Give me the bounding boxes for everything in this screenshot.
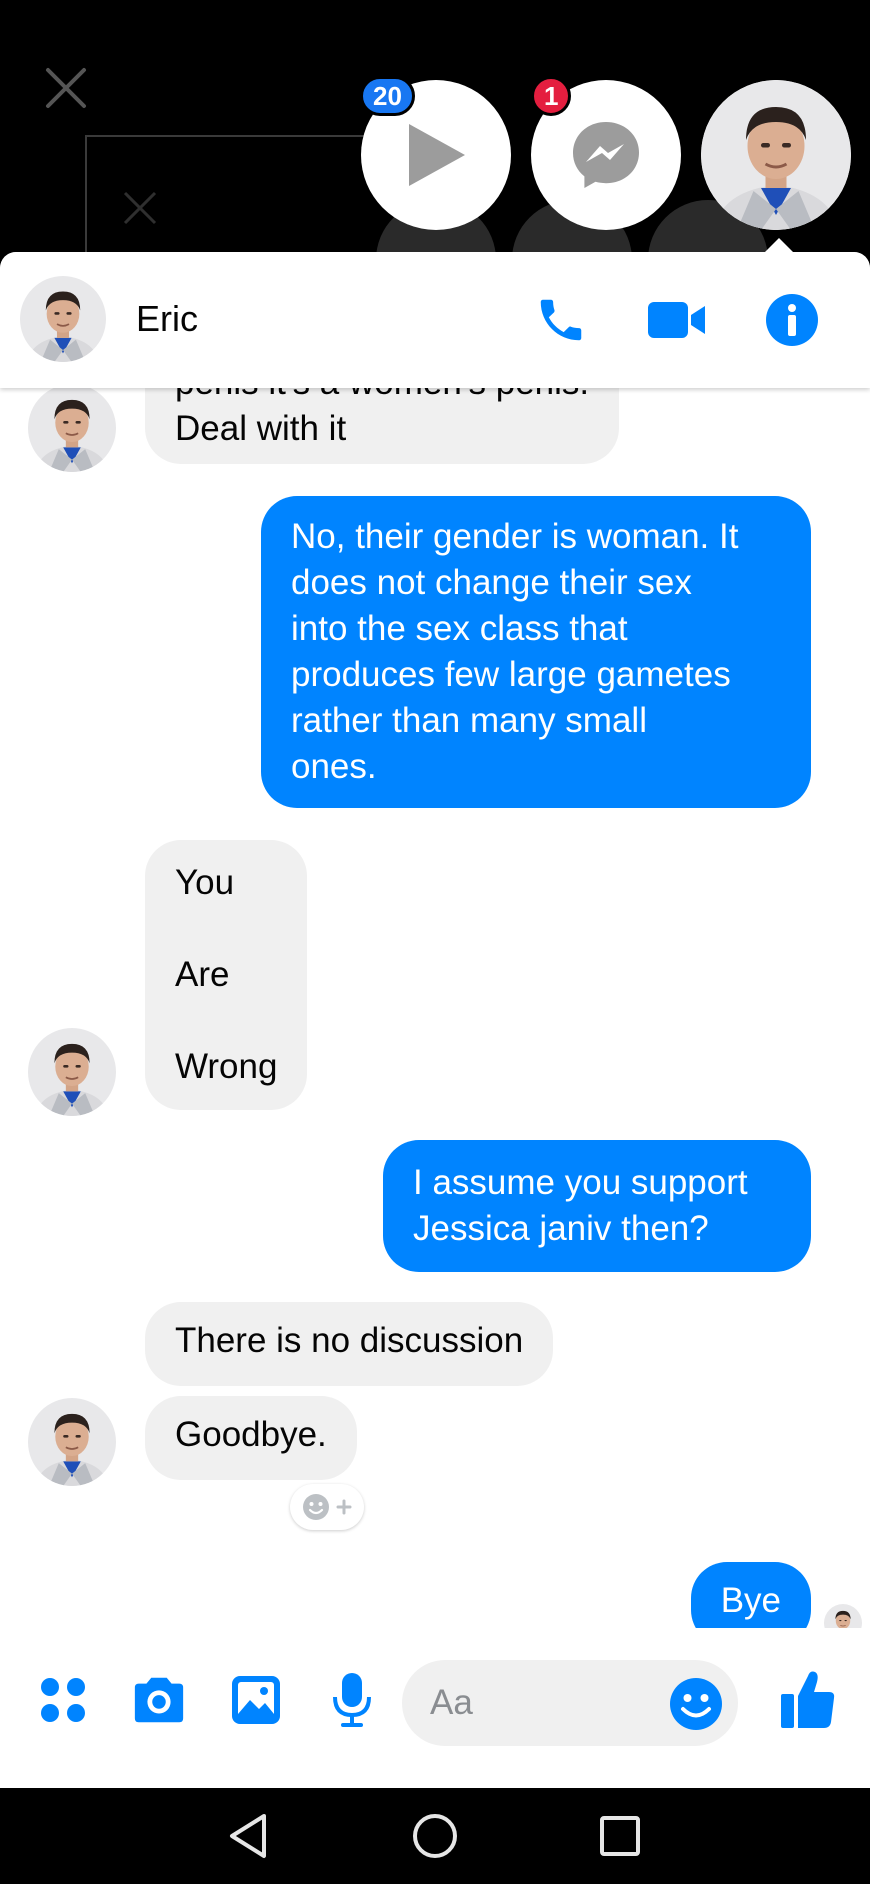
message-text: Wrong — [175, 1047, 278, 1086]
voice-clip-button[interactable] — [324, 1672, 380, 1728]
message-text: Deal with it — [175, 409, 347, 448]
avatar[interactable] — [28, 1028, 116, 1116]
incoming-message[interactable]: You Are Wrong — [145, 840, 308, 1110]
message-text: Jessica janiv then? — [413, 1209, 709, 1248]
camera-button[interactable] — [131, 1672, 187, 1728]
message-text — [175, 998, 277, 1044]
recents-icon — [600, 1816, 640, 1856]
conversation-panel: Eric penis it's a women's penis. Deal wi… — [0, 252, 870, 1788]
messenger-icon — [573, 122, 639, 188]
message-text: does not change their sex — [291, 563, 692, 602]
incoming-message[interactable]: Goodbye. — [145, 1396, 357, 1480]
phone-icon — [540, 299, 582, 341]
avatar[interactable] — [28, 388, 116, 472]
contact-avatar — [701, 80, 851, 230]
system-navigation-bar — [0, 1788, 870, 1884]
message-text: You — [175, 863, 235, 902]
video-call-icon — [648, 302, 705, 338]
recents-button[interactable] — [592, 1808, 648, 1864]
video-call-button[interactable] — [647, 290, 707, 350]
message-text: produces few large gametes — [291, 655, 731, 694]
message-text: rather than many small — [291, 701, 647, 740]
message-text: into the sex class that — [291, 609, 628, 648]
avatar[interactable] — [20, 276, 106, 362]
contact-chat-head[interactable] — [701, 80, 851, 230]
message-text: No, their gender is woman. It — [291, 517, 739, 556]
outgoing-message[interactable]: I assume you support Jessica janiv then? — [383, 1140, 811, 1272]
incoming-message[interactable]: penis it's a women's penis. Deal with it — [145, 388, 620, 464]
gallery-button[interactable] — [228, 1672, 284, 1728]
message-text: There is no discussion — [175, 1321, 524, 1360]
close-icon — [123, 191, 157, 225]
add-reaction-icon — [303, 1494, 352, 1520]
contact-name[interactable]: Eric — [136, 298, 198, 340]
message-text: penis it's a women's penis. — [175, 388, 589, 406]
thumbs-up-icon — [781, 1671, 835, 1728]
message-text: I assume you support — [413, 1163, 748, 1202]
message-text — [175, 906, 277, 952]
back-icon — [230, 1814, 266, 1858]
camera-icon — [134, 1677, 184, 1723]
home-button[interactable] — [407, 1808, 463, 1864]
emoji-icon[interactable] — [668, 1676, 724, 1732]
avatar[interactable] — [28, 1398, 116, 1486]
conversation-header: Eric — [0, 252, 870, 388]
back-button[interactable] — [220, 1808, 276, 1864]
message-text: Goodbye. — [175, 1415, 327, 1454]
message-composer — [0, 1628, 870, 1788]
voice-call-button[interactable] — [531, 290, 591, 350]
chat-heads-overlay: 20 1 — [0, 0, 870, 335]
message-text: Bye — [720, 1581, 781, 1620]
gallery-icon — [232, 1676, 280, 1724]
home-icon — [413, 1814, 457, 1858]
unread-badge: 20 — [360, 76, 415, 116]
apps-icon — [41, 1678, 85, 1722]
play-icon — [409, 124, 465, 186]
more-actions-button[interactable] — [35, 1672, 91, 1728]
message-list[interactable]: penis it's a women's penis. Deal with it… — [0, 388, 870, 1628]
info-icon — [766, 294, 818, 346]
seen-indicator-avatar — [824, 1604, 862, 1628]
close-icon[interactable] — [44, 66, 88, 110]
conversation-info-button[interactable] — [762, 290, 822, 350]
outgoing-message[interactable]: Bye — [690, 1562, 811, 1628]
incoming-message[interactable]: There is no discussion — [145, 1302, 554, 1386]
message-text: ones. — [291, 747, 377, 786]
outgoing-message[interactable]: No, their gender is woman. It does not c… — [261, 496, 811, 808]
message-text: Are — [175, 955, 230, 994]
like-button[interactable] — [778, 1666, 838, 1732]
add-reaction-button[interactable] — [290, 1484, 364, 1530]
microphone-icon — [333, 1673, 371, 1727]
